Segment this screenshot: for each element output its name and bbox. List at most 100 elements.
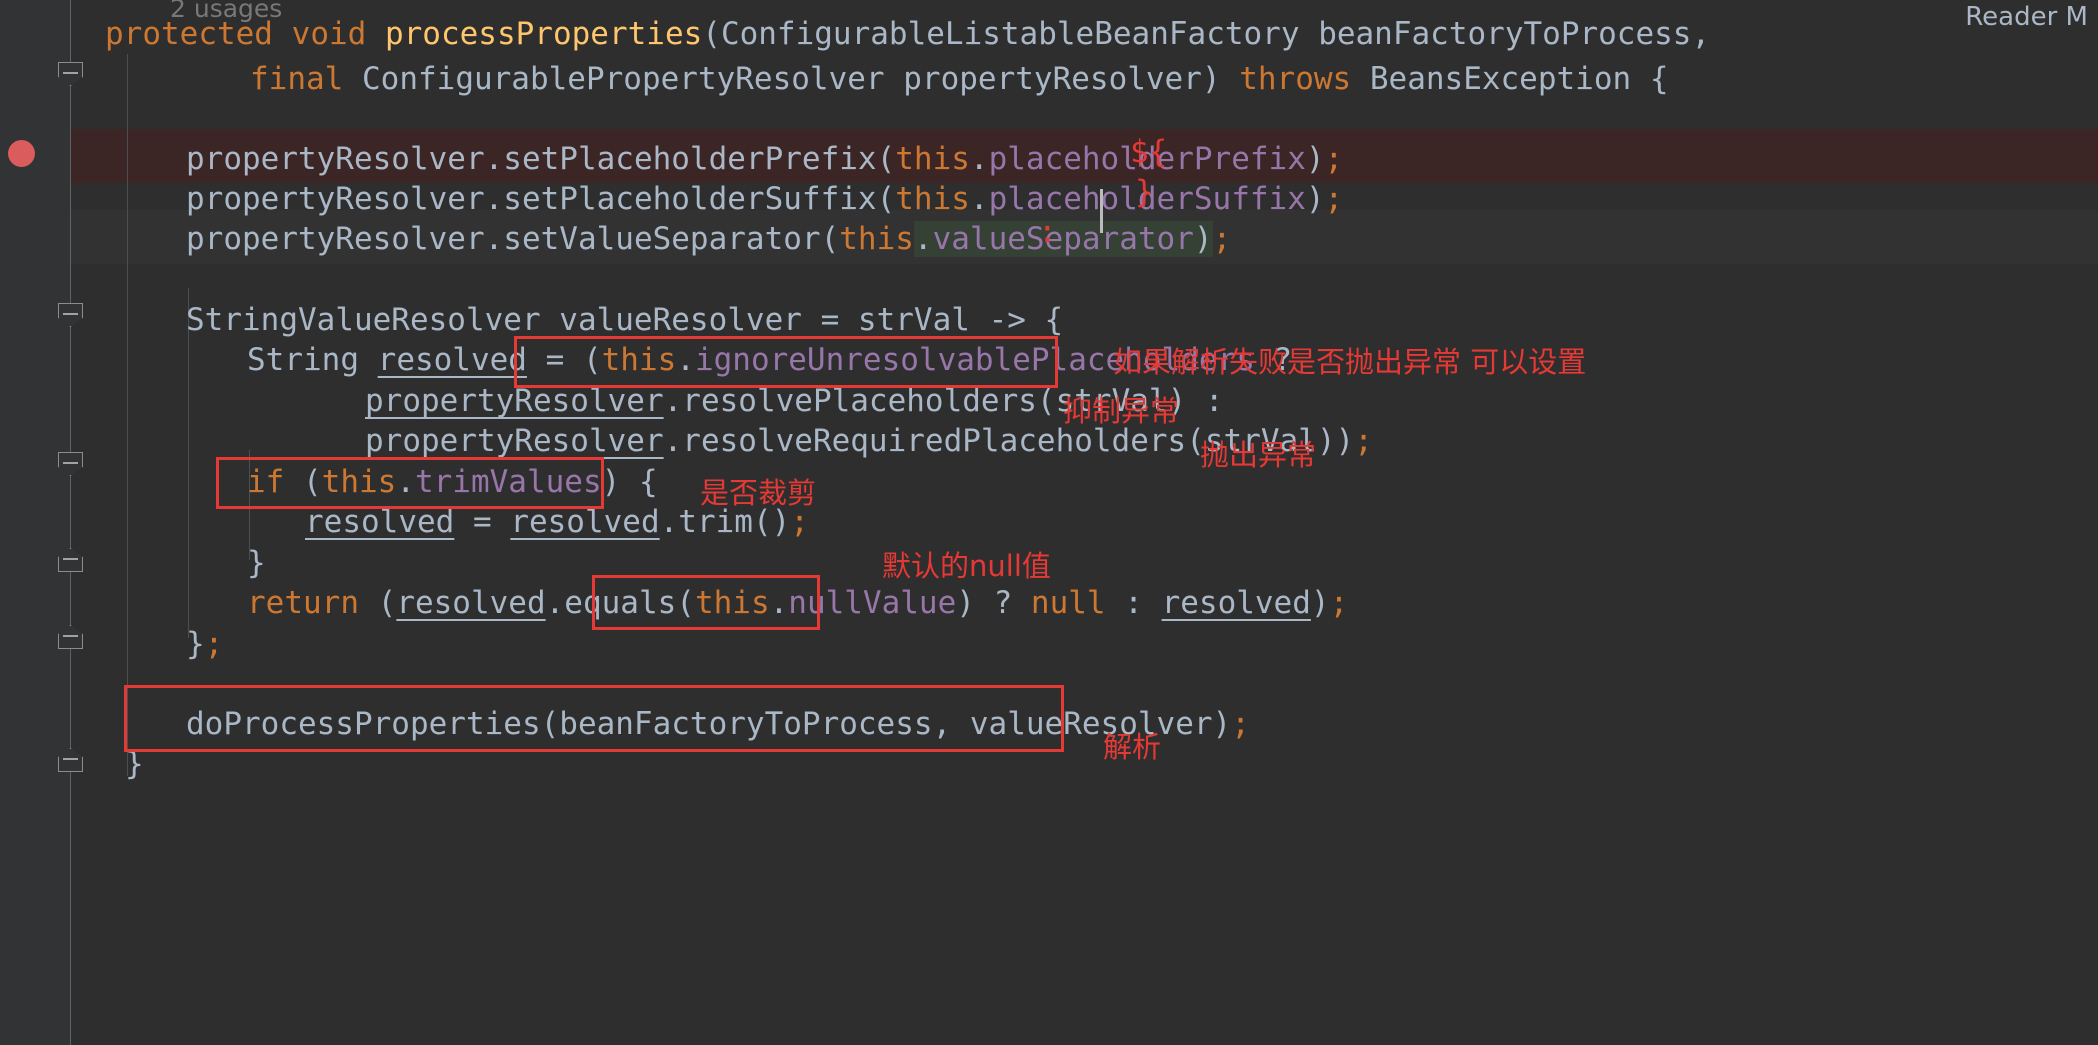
token-call-set-suffix: setPlaceholderSuffix [503, 181, 877, 217]
token-paren-open: ( [284, 464, 322, 500]
code-line-method-close[interactable]: } [0, 738, 2098, 792]
token-semicolon: ; [1324, 141, 1344, 177]
token-brace-close: } [186, 626, 205, 662]
annotation-marker-suffix: } [1135, 174, 1154, 210]
token-semicolon: ; [1354, 423, 1373, 459]
token-var-resolved: resolved [1161, 585, 1311, 621]
token-param-property-resolver: propertyResolver [903, 61, 1202, 97]
token-var-resolved: resolved [396, 585, 546, 621]
token-arrow: -> { [969, 302, 1064, 338]
token-dot: . [913, 221, 933, 257]
token-keyword-this: this [895, 181, 970, 217]
token-type-beans-exception: BeansException [1369, 61, 1632, 97]
token-paren-open: ( [876, 141, 896, 177]
token-paren-close: ) [1212, 706, 1232, 742]
token-dot: . [659, 504, 679, 540]
token-paren-open: ( [1036, 383, 1056, 419]
token-keyword-null: null [1030, 585, 1106, 621]
token-keyword-void: void [291, 16, 367, 52]
token-assign: = [801, 302, 858, 338]
token-paren-close: ) [1201, 61, 1240, 97]
token-semicolon: ; [1329, 585, 1349, 621]
token-receiver-property-resolver: propertyResolver [365, 423, 664, 459]
token-brace-open: { [1631, 61, 1669, 97]
token-comma: , [932, 706, 970, 742]
annotation-note-resolve: 解析 [1103, 730, 1162, 764]
token-paren-open: ( [358, 585, 397, 621]
token-dot: . [484, 141, 504, 177]
code-line-lambda-close[interactable]: }; [0, 618, 2098, 672]
token-var-str-val: strVal [857, 302, 970, 338]
token-var-value-resolver: valueResolver [559, 302, 802, 338]
annotation-note-suppress-exception: 抑制异常 [1063, 394, 1180, 428]
token-semicolon: ; [1212, 221, 1232, 257]
token-param-bean-factory: beanFactoryToProcess [1318, 16, 1692, 52]
token-arg-value-resolver: valueResolver [969, 706, 1213, 742]
token-call-do-process: doProcessProperties [186, 706, 541, 742]
token-keyword-if: if [247, 464, 285, 500]
token-paren-close: ) [1305, 141, 1325, 177]
reader-mode-label[interactable]: Reader M [1965, 2, 2088, 32]
token-semicolon: ; [1231, 706, 1250, 742]
token-keyword-this: this [601, 342, 677, 378]
token-brace-open: ) { [601, 464, 658, 500]
annotation-note-throw-exception: 抛出异常 [1200, 438, 1317, 472]
token-colon: : [1105, 585, 1162, 621]
annotation-marker-separator: : [1038, 214, 1057, 250]
token-type-string: String [247, 342, 359, 378]
token-paren-open: ( [540, 706, 560, 742]
token-field-value-separator-part1: valueSepa [932, 221, 1101, 257]
token-var-resolved: resolved [305, 504, 455, 540]
token-paren-close: )) [1316, 423, 1355, 459]
token-dot: . [663, 423, 683, 459]
token-paren-open: ( [702, 16, 721, 52]
token-paren-open: ( [820, 221, 840, 257]
token-dot: . [676, 342, 695, 378]
token-dot: . [484, 181, 504, 217]
code-text-area[interactable]: 2 usages protected void processPropertie… [0, 0, 2098, 1045]
token-type-property-resolver: ConfigurablePropertyResolver [362, 61, 885, 97]
token-dot: . [396, 464, 415, 500]
code-line-signature-2[interactable]: final ConfigurablePropertyResolver prope… [0, 53, 2098, 107]
token-type-bean-factory: ConfigurableListableBeanFactory [720, 16, 1300, 52]
annotation-note-null-value: 默认的null值 [882, 549, 1051, 583]
token-var-resolved: resolved [510, 504, 660, 540]
token-keyword-this: this [839, 221, 914, 257]
token-keyword-this: this [895, 141, 970, 177]
token-dot: . [484, 221, 504, 257]
token-receiver-property-resolver: propertyResolver [186, 181, 485, 217]
annotation-note-trim: 是否裁剪 [700, 476, 817, 510]
token-keyword-this: this [321, 464, 397, 500]
token-receiver-property-resolver: propertyResolver [365, 383, 664, 419]
token-keyword-throws: throws [1239, 61, 1352, 97]
ide-editor-window: 2 usages protected void processPropertie… [0, 0, 2098, 1045]
token-call-resolve-placeholders: resolvePlaceholders [682, 383, 1037, 419]
token-receiver-property-resolver: propertyResolver [186, 141, 485, 177]
token-call-set-prefix: setPlaceholderPrefix [503, 141, 877, 177]
token-keyword-this: this [694, 585, 770, 621]
token-paren-open: ( [676, 585, 695, 621]
token-keyword-final: final [250, 61, 344, 97]
token-dot: . [545, 585, 565, 621]
token-field-value-separator-part2: rator [1100, 221, 1194, 257]
token-field-trim-values: trimValues [414, 464, 602, 500]
token-dot: . [663, 383, 683, 419]
token-type-string-value-resolver: StringValueResolver [186, 302, 541, 338]
token-call-set-separator: setValueSeparator [503, 221, 821, 257]
token-dot: . [969, 181, 989, 217]
token-semicolon: ; [1324, 181, 1344, 217]
token-dot: . [769, 585, 789, 621]
token-assign: = ( [526, 342, 602, 378]
token-keyword-protected: protected [105, 16, 273, 52]
token-brace-close: } [125, 746, 144, 782]
token-dot: . [969, 141, 989, 177]
token-method-name: processProperties [384, 16, 703, 52]
token-arg-bean-factory: beanFactoryToProcess [559, 706, 933, 742]
